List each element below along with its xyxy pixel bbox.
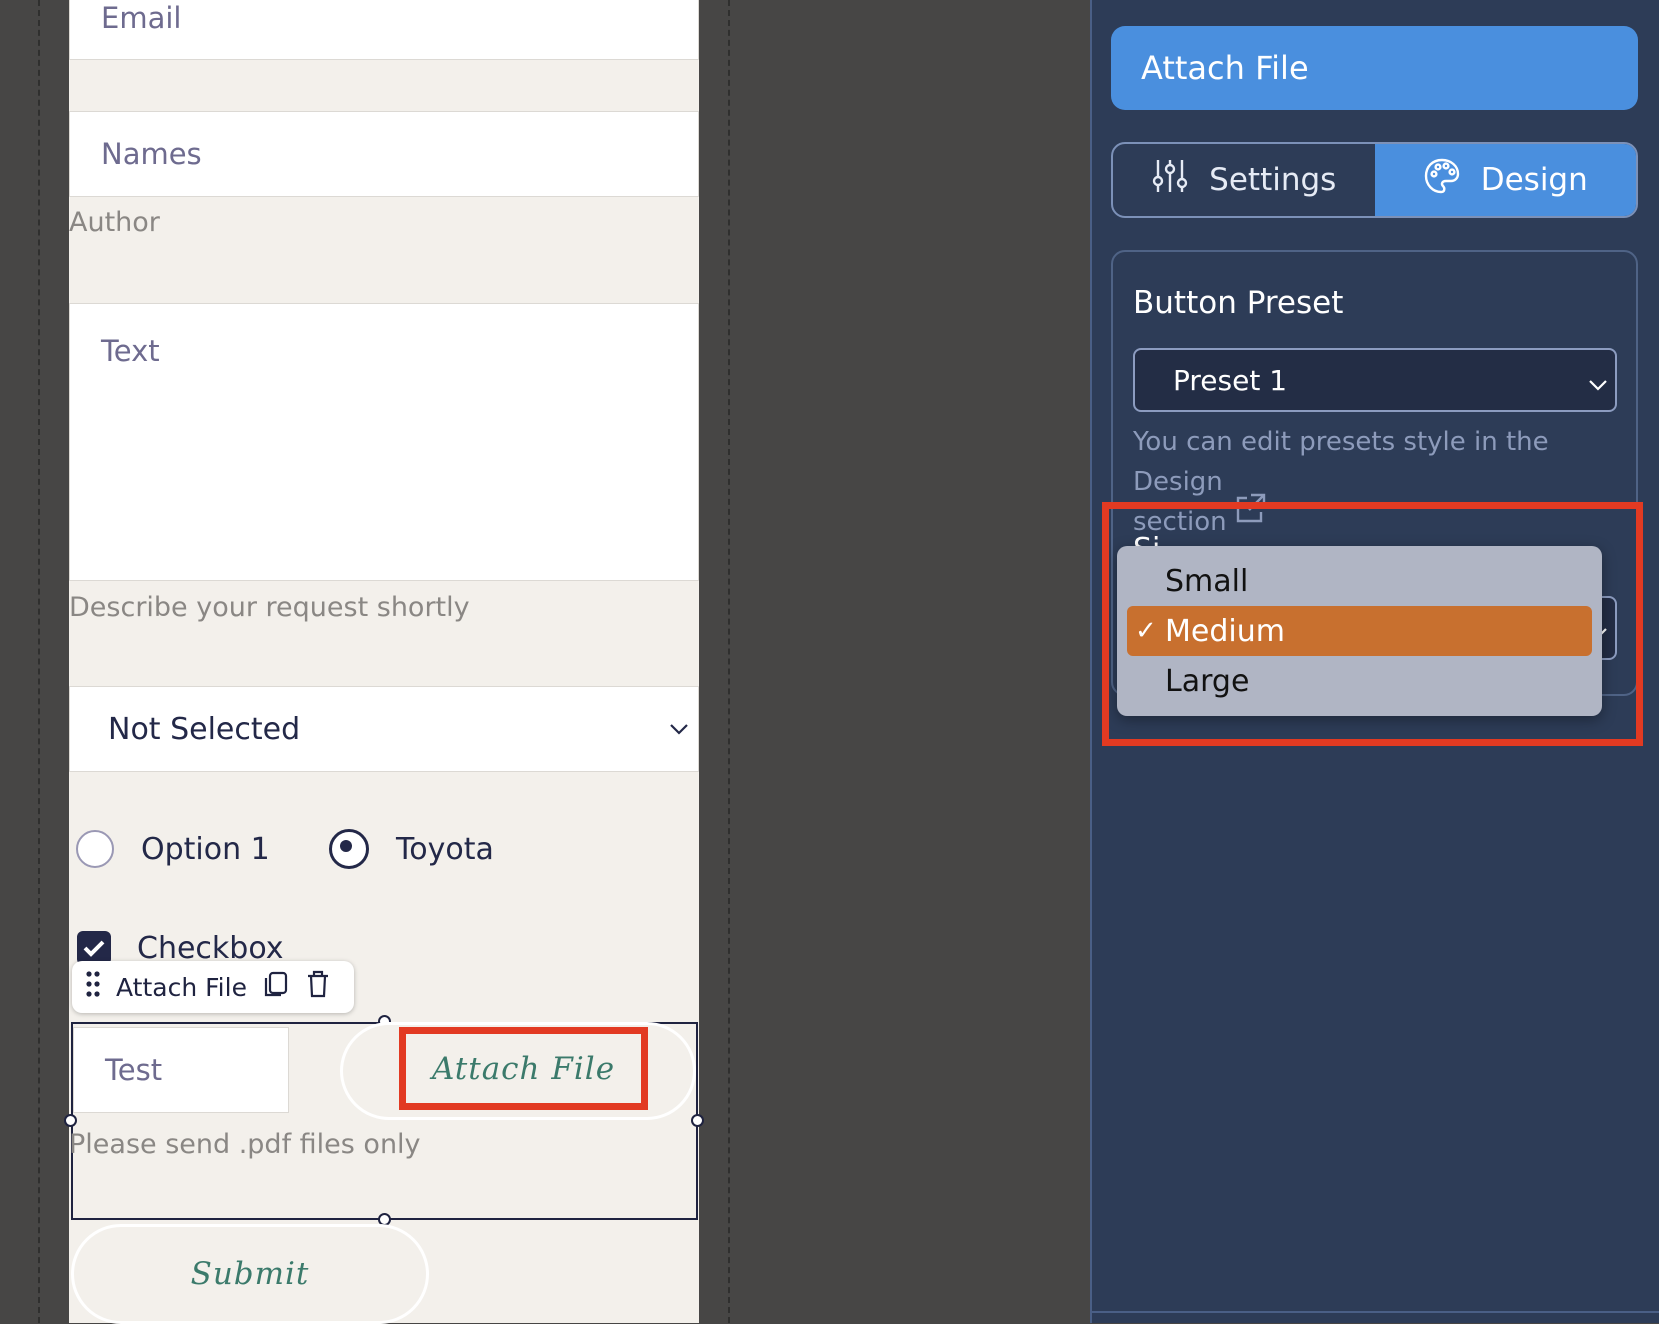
tab-design[interactable]: Design <box>1374 144 1636 216</box>
preset-select-value: Preset 1 <box>1173 363 1288 397</box>
canvas-guide-right <box>728 0 730 1323</box>
checkbox-checked-icon[interactable] <box>77 931 111 965</box>
attach-file-highlight: Attach File <box>399 1027 648 1110</box>
panel-bottom-divider <box>1090 1311 1659 1313</box>
radio-label: Toyota <box>396 831 494 867</box>
tab-design-label: Design <box>1480 162 1588 198</box>
radio-option-1[interactable]: Option 1 <box>76 829 276 869</box>
email-field[interactable]: Email <box>69 0 699 60</box>
tab-settings[interactable]: Settings <box>1113 144 1375 216</box>
drag-handle-icon[interactable] <box>86 971 100 1003</box>
file-name-input[interactable]: Test <box>73 1027 289 1113</box>
submit-label: Submit <box>190 1256 310 1292</box>
attach-file-button-label: Attach File <box>431 1050 616 1087</box>
not-selected-dropdown[interactable]: Not Selected <box>69 686 699 772</box>
panel-header: Attach File <box>1111 26 1638 110</box>
file-hint: Please send .pdf files only <box>69 1129 421 1160</box>
preset-select[interactable]: Preset 1 <box>1133 348 1617 412</box>
radio-circle-selected[interactable] <box>329 829 369 869</box>
resize-handle-right[interactable] <box>691 1114 704 1127</box>
panel-title: Attach File <box>1141 49 1309 87</box>
preset-help-line-1: You can edit presets style in the Design <box>1133 427 1549 497</box>
button-preset-title: Button Preset <box>1133 285 1344 321</box>
chevron-down-icon <box>1587 370 1609 403</box>
text-area[interactable]: Text <box>69 303 699 581</box>
names-placeholder: Names <box>101 137 202 171</box>
text-placeholder: Text <box>101 334 160 368</box>
duplicate-icon[interactable] <box>263 970 289 1004</box>
radio-label: Option 1 <box>141 831 270 867</box>
palette-icon <box>1423 157 1461 203</box>
element-toolbar: Attach File <box>72 961 354 1013</box>
names-field[interactable]: Names <box>69 111 699 197</box>
submit-button[interactable]: Submit <box>71 1224 429 1324</box>
author-label: Author <box>69 207 160 238</box>
resize-handle-left[interactable] <box>64 1114 77 1127</box>
canvas-guide-left <box>38 0 40 1323</box>
file-input-placeholder: Test <box>105 1053 163 1087</box>
email-placeholder: Email <box>101 1 182 35</box>
radio-circle[interactable] <box>76 830 114 868</box>
toolbar-element-name: Attach File <box>116 972 247 1002</box>
tab-settings-label: Settings <box>1209 162 1337 198</box>
size-dropdown-highlight <box>1102 502 1643 746</box>
chevron-down-icon <box>668 713 690 748</box>
radio-option-toyota[interactable]: Toyota <box>329 829 529 869</box>
sliders-icon <box>1151 157 1189 203</box>
dropdown-value: Not Selected <box>108 711 301 747</box>
text-hint: Describe your request shortly <box>69 592 470 623</box>
panel-tabs: Settings Design <box>1111 142 1638 218</box>
trash-icon[interactable] <box>305 970 331 1004</box>
